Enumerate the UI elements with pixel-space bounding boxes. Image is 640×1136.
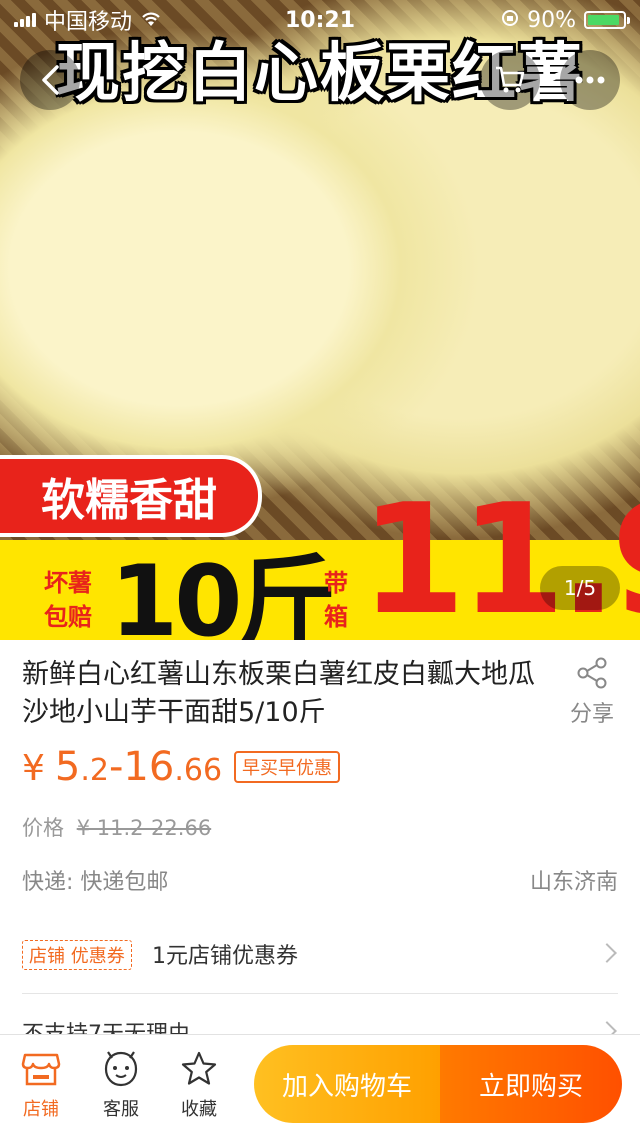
shop-icon [21,1053,61,1086]
customer-service-icon [104,1051,138,1087]
price-range: ¥ 5 .2 - 16 .66 早买早优惠 [22,744,341,790]
bad-guarantee-text: 坏薯 包赔 [44,569,92,631]
battery-icon [584,11,630,29]
ship-location: 山东济南 [529,870,618,895]
original-price: ¥ 11.2-22.66 [76,816,212,840]
coupon-text: 1元店铺优惠券 [152,944,298,969]
product-title: 新鲜白心红薯山东板栗白薯红皮白瓤大地瓜沙地小山芋干面甜5/10斤 [22,659,535,728]
original-price-row: 价格 ¥ 11.2-22.66 [22,812,211,842]
back-button[interactable] [20,50,80,110]
cart-icon [496,66,525,93]
cart-button[interactable] [480,50,540,110]
shop-tab[interactable]: 店铺 [6,1047,76,1121]
chevron-right-icon [597,1021,617,1034]
bottom-action-bar: 店铺 客服 收藏 加入购物车 立即购买 [0,1034,640,1136]
status-time: 10:21 [284,7,356,33]
chevron-left-icon [42,65,59,95]
customer-service-tab[interactable]: 客服 [86,1047,156,1121]
more-dots-icon [575,76,605,84]
image-page-indicator: 1/5 [540,566,620,610]
star-icon [181,1051,217,1085]
share-icon [577,657,607,689]
add-to-cart-button[interactable]: 加入购物车 [254,1045,440,1123]
shipping-info: 快递: 快递包邮 [22,870,169,895]
returns-policy-row[interactable]: 不支持7天无理由 [0,994,640,1034]
coupon-tag: 店铺 优惠券 [22,940,132,970]
favorite-tab[interactable]: 收藏 [164,1047,234,1121]
share-label: 分享 [569,702,614,727]
shop-coupon-row[interactable]: 店铺 优惠券 1元店铺优惠券 [0,912,640,994]
share-button[interactable]: 分享 [560,656,624,728]
early-discount-badge: 早买早优惠 [234,751,341,783]
box-label-text: 带 箱 [324,569,348,631]
more-button[interactable] [560,50,620,110]
returns-policy-text: 不支持7天无理由 [22,1016,190,1034]
product-image-carousel[interactable]: 现挖白心板栗红薯 软糯香甜 坏薯 包赔 10斤 带 箱 11.9 1/5 [0,0,640,640]
original-price-label: 价格 [22,816,64,840]
price-currency: ¥ [22,748,45,789]
chevron-right-icon [597,943,617,963]
buy-now-button[interactable]: 立即购买 [440,1045,622,1123]
image-big-price: 11.9 [360,471,640,640]
status-bar: 中国移动 10:21 90% [0,0,640,40]
weight-text: 10斤 [110,545,336,640]
product-info-section: 新鲜白心红薯山东板栗白薯红皮白瓤大地瓜沙地小山芋干面甜5/10斤 分享 ¥ 5 … [0,640,640,912]
